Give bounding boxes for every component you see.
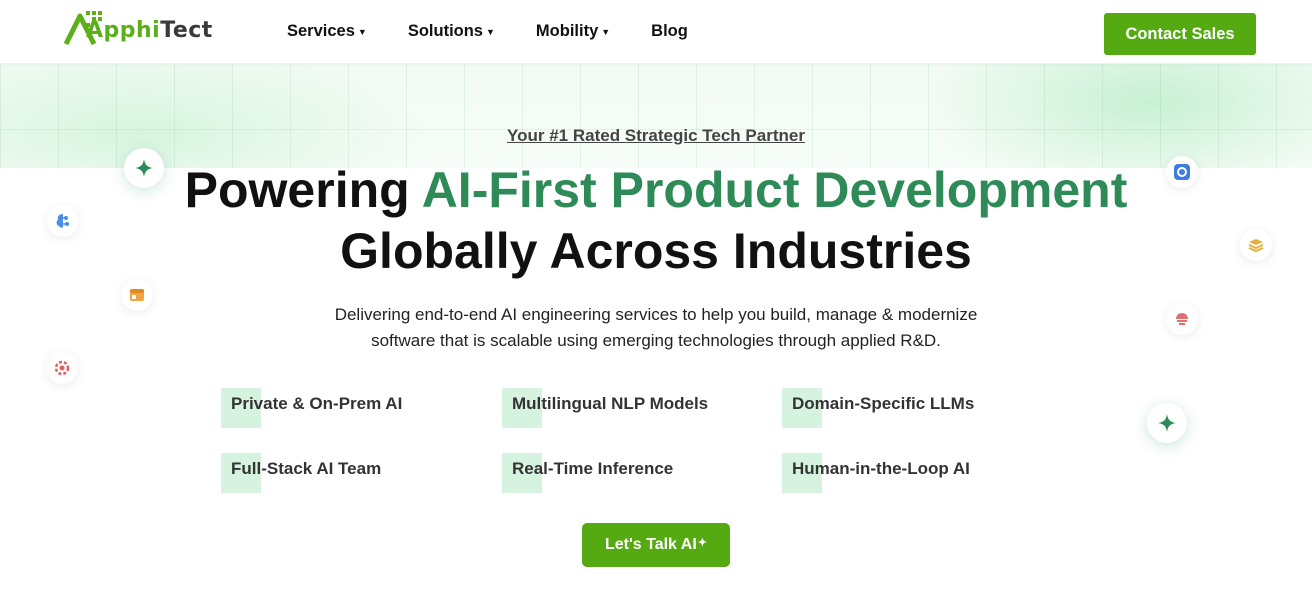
brain-icon <box>47 205 79 237</box>
feature-label: Multilingual NLP Models <box>512 394 709 413</box>
settings-icon <box>1166 156 1198 188</box>
logo[interactable]: ApphiTect <box>64 8 212 50</box>
feature-label: Private & On-Prem AI <box>231 394 403 413</box>
hero-eyebrow[interactable]: Your #1 Rated Strategic Tech Partner <box>0 126 1312 146</box>
nav-blog-label: Blog <box>651 22 688 40</box>
nav-item-services[interactable]: Services ▼ <box>287 22 367 41</box>
headline-part1: Powering <box>184 162 422 218</box>
contact-sales-button[interactable]: Contact Sales <box>1104 13 1256 55</box>
feature-label: Human-in-the-Loop AI <box>792 459 970 478</box>
logo-text-part2: Tect <box>160 18 213 43</box>
chevron-down-icon: ▼ <box>486 26 495 37</box>
subtitle-line2: software that is scalable using emerging… <box>371 331 941 350</box>
hero-subtitle: Delivering end-to-end AI engineering ser… <box>0 302 1312 354</box>
sparkle-icon: ✦ <box>697 536 708 549</box>
hero-background <box>0 63 1312 168</box>
gear-icon <box>46 352 78 384</box>
site-header: ApphiTect Services ▼ Solutions ▼ Mobility ▼… <box>0 0 1312 64</box>
nav-item-mobility[interactable]: Mobility ▼ <box>536 22 610 41</box>
hero-eyebrow-link[interactable]: Your #1 Rated Strategic Tech Partner <box>507 126 805 145</box>
window-icon <box>121 279 153 311</box>
nav-item-blog[interactable]: Blog <box>651 22 688 41</box>
hero-headline: Powering AI-First Product Development Gl… <box>0 160 1312 282</box>
feature-label: Domain-Specific LLMs <box>792 394 975 413</box>
chevron-down-icon: ▼ <box>357 26 367 37</box>
nav-services-label: Services <box>287 22 355 40</box>
database-icon <box>1240 229 1272 261</box>
subtitle-line1: Delivering end-to-end AI engineering ser… <box>334 305 978 324</box>
sparkle-icon <box>124 148 164 188</box>
lets-talk-ai-button[interactable]: Let's Talk AI ✦ <box>582 523 730 567</box>
headline-highlight: AI-First Product Development <box>421 162 1128 218</box>
logo-text: ApphiTect <box>86 18 213 43</box>
cta-label: Let's Talk AI <box>604 536 697 553</box>
sparkle-icon <box>1147 403 1187 443</box>
logo-text-part1: Apphi <box>86 18 161 43</box>
cloud-icon <box>1166 303 1198 335</box>
feature-label: Real-Time Inference <box>512 459 674 478</box>
nav-solutions-label: Solutions <box>407 22 483 40</box>
feature-label: Full-Stack AI Team <box>231 459 382 478</box>
nav-mobility-label: Mobility <box>535 22 599 40</box>
main-nav: Services ▼ Solutions ▼ Mobility ▼ Blog <box>287 22 729 41</box>
headline-part2: Globally Across Industries <box>340 223 972 279</box>
nav-item-solutions[interactable]: Solutions ▼ <box>408 22 495 41</box>
chevron-down-icon: ▼ <box>601 26 611 37</box>
